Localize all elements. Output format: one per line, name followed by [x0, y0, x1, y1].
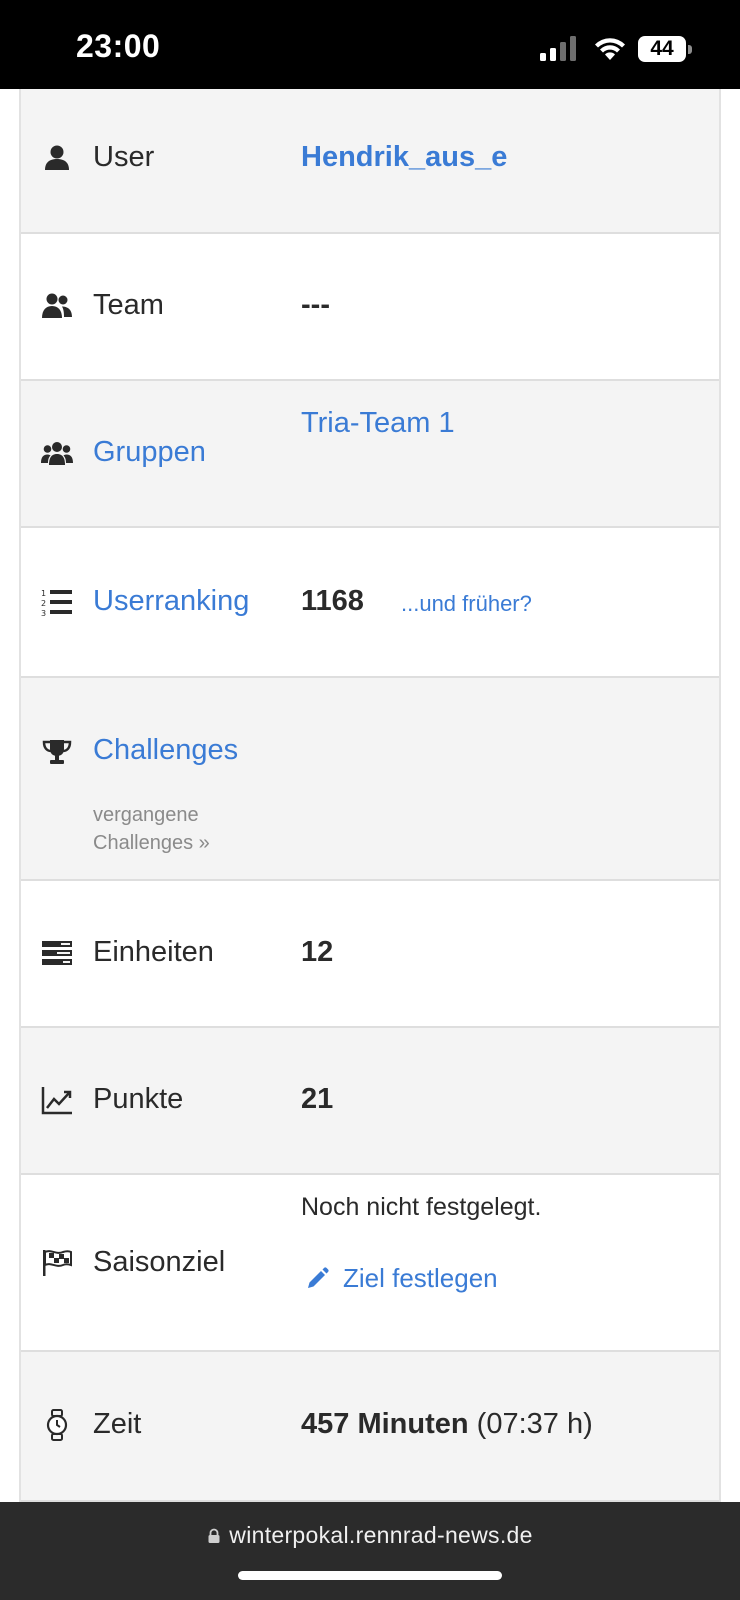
team-icon: [41, 290, 73, 322]
svg-text:1: 1: [41, 589, 46, 598]
zeit-minutes: 457 Minuten: [301, 1408, 469, 1440]
label-team: Team: [93, 289, 164, 321]
svg-text:3: 3: [41, 609, 46, 618]
row-zeit: Zeit 457 Minuten (07:37 h): [21, 1352, 719, 1502]
past-challenges-line2: Challenges »: [93, 832, 210, 854]
row-einheiten: Einheiten 12: [21, 881, 719, 1028]
punkte-value: 21: [301, 1083, 334, 1115]
ranked-list-icon: 123: [41, 586, 73, 618]
trophy-icon: [41, 736, 73, 768]
gruppen-link[interactable]: Gruppen: [93, 436, 206, 469]
status-bar: 23:00 44: [0, 0, 740, 89]
past-challenges-line1: vergangene: [93, 804, 199, 826]
userranking-value: 1168: [301, 585, 364, 617]
flag-checkered-icon: [41, 1247, 73, 1279]
row-punkte: Punkte 21: [21, 1028, 719, 1175]
row-gruppen: Gruppen Tria-Team 1: [21, 381, 719, 528]
groups-icon: [41, 437, 73, 469]
signal-icon: [540, 36, 576, 61]
profile-content: User Hendrik_aus_e Team --- Gruppen Tria…: [0, 89, 740, 1502]
zeit-value: 457 Minuten (07:37 h): [301, 1408, 593, 1441]
label-punkte: Punkte: [93, 1083, 184, 1115]
browser-bottom-bar: winterpokal.rennrad-news.de: [0, 1502, 740, 1600]
challenges-link[interactable]: Challenges: [93, 734, 238, 767]
zeit-hours: (07:37 h): [476, 1408, 593, 1440]
battery-cap: [688, 45, 692, 54]
profile-stats-table: User Hendrik_aus_e Team --- Gruppen Tria…: [19, 89, 721, 1502]
label-user: User: [93, 141, 155, 173]
user-icon: [41, 142, 73, 174]
row-userranking: 123 Userranking 1168 ...und früher?: [21, 528, 719, 678]
watch-icon: [41, 1409, 73, 1441]
home-indicator[interactable]: [238, 1571, 502, 1580]
lock-icon: [208, 1528, 220, 1543]
row-team: Team ---: [21, 234, 719, 381]
userranking-link[interactable]: Userranking: [93, 585, 249, 618]
label-saisonziel: Saisonziel: [93, 1246, 226, 1278]
tasks-icon: [41, 937, 73, 969]
set-goal-link[interactable]: Ziel festlegen: [305, 1263, 498, 1294]
set-goal-label: Ziel festlegen: [343, 1263, 498, 1293]
battery-icon: 44: [638, 36, 686, 62]
row-saisonziel: Saisonziel Noch nicht festgelegt. Ziel f…: [21, 1175, 719, 1352]
saisonziel-value: Noch nicht festgelegt.: [301, 1193, 542, 1221]
url-text: winterpokal.rennrad-news.de: [229, 1522, 533, 1548]
wifi-icon: [595, 38, 625, 60]
pencil-icon: [308, 1266, 329, 1288]
past-challenges-link[interactable]: vergangene Challenges »: [93, 801, 210, 857]
status-time: 23:00: [76, 28, 161, 64]
group-tria-team-link[interactable]: Tria-Team 1: [301, 407, 455, 440]
line-chart-icon: [41, 1084, 73, 1116]
row-challenges: Challenges vergangene Challenges »: [21, 678, 719, 881]
earlier-rankings-link[interactable]: ...und früher?: [401, 591, 532, 617]
label-einheiten: Einheiten: [93, 936, 214, 968]
team-value: ---: [301, 289, 330, 321]
svg-text:2: 2: [41, 599, 46, 608]
user-name-link[interactable]: Hendrik_aus_e: [301, 141, 507, 174]
label-zeit: Zeit: [93, 1408, 142, 1440]
row-user: User Hendrik_aus_e: [21, 89, 719, 234]
url-bar[interactable]: winterpokal.rennrad-news.de: [0, 1522, 740, 1549]
einheiten-value: 12: [301, 936, 334, 968]
